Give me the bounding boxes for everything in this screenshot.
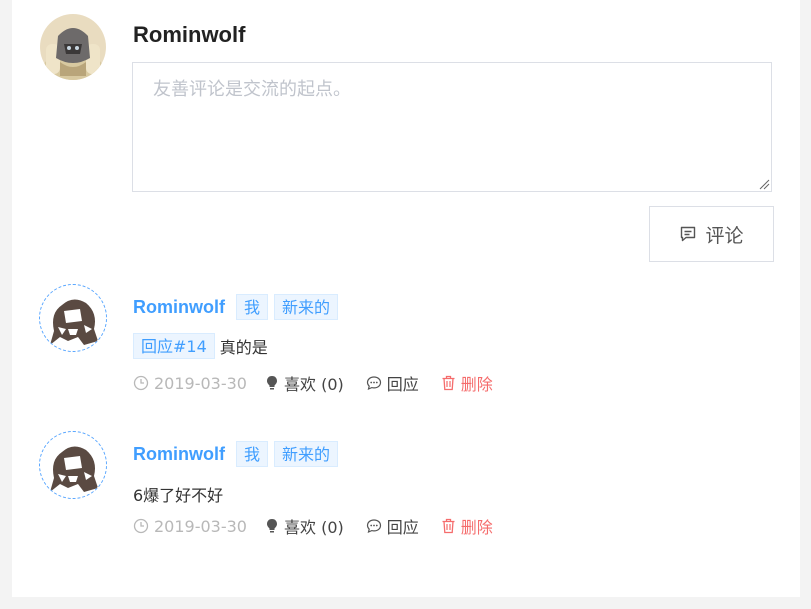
comment-icon	[681, 226, 696, 242]
delete-label: 删除	[460, 375, 493, 394]
tag-me: 我	[236, 294, 269, 320]
like-button[interactable]: 喜欢 (0)	[265, 514, 344, 538]
comment-date: 2019-03-30	[133, 517, 247, 536]
submit-comment-button[interactable]: 评论	[649, 206, 774, 262]
clock-icon	[133, 375, 149, 391]
delete-button[interactable]: 删除	[441, 371, 493, 395]
bulb-icon	[266, 519, 277, 533]
comment-avatar[interactable]	[39, 284, 107, 352]
reply-label: 回应	[386, 375, 419, 394]
reply-reference-tag[interactable]: 回应#14	[133, 333, 215, 359]
trash-icon	[442, 518, 455, 534]
comment-text: 6爆了好不好	[133, 486, 224, 505]
comment-input[interactable]	[132, 62, 772, 192]
date-text: 2019-03-30	[154, 373, 247, 393]
tag-newcomer: 新来的	[274, 441, 339, 467]
comment-author[interactable]: Rominwolf	[133, 444, 225, 465]
tag-me: 我	[236, 441, 269, 467]
tag-newcomer: 新来的	[274, 294, 339, 320]
trash-icon	[442, 375, 455, 391]
date-text: 2019-03-30	[154, 516, 247, 536]
comment-card: Rominwolf 评论 Rominwolf 我 新来的 回应#14 真的是	[12, 0, 800, 597]
comment-author[interactable]: Rominwolf	[133, 297, 225, 318]
resize-handle[interactable]	[758, 178, 770, 190]
submit-label: 评论	[705, 224, 744, 247]
comment-avatar[interactable]	[39, 431, 107, 499]
composer-username: Rominwolf	[133, 22, 246, 47]
like-button[interactable]: 喜欢 (0)	[265, 371, 344, 395]
bulb-icon	[266, 376, 277, 390]
reply-label: 回应	[386, 518, 419, 537]
delete-label: 删除	[460, 518, 493, 537]
like-label: 喜欢 (0)	[283, 375, 344, 394]
current-user-avatar[interactable]	[40, 14, 106, 80]
reply-button[interactable]: 回应	[366, 514, 419, 538]
like-label: 喜欢 (0)	[283, 518, 344, 537]
reply-button[interactable]: 回应	[366, 371, 419, 395]
delete-button[interactable]: 删除	[441, 514, 493, 538]
comment-text: 真的是	[219, 338, 268, 357]
chat-bubble-icon	[366, 376, 381, 391]
clock-icon	[133, 518, 149, 534]
comment-date: 2019-03-30	[133, 374, 247, 393]
chat-bubble-icon	[366, 519, 381, 534]
